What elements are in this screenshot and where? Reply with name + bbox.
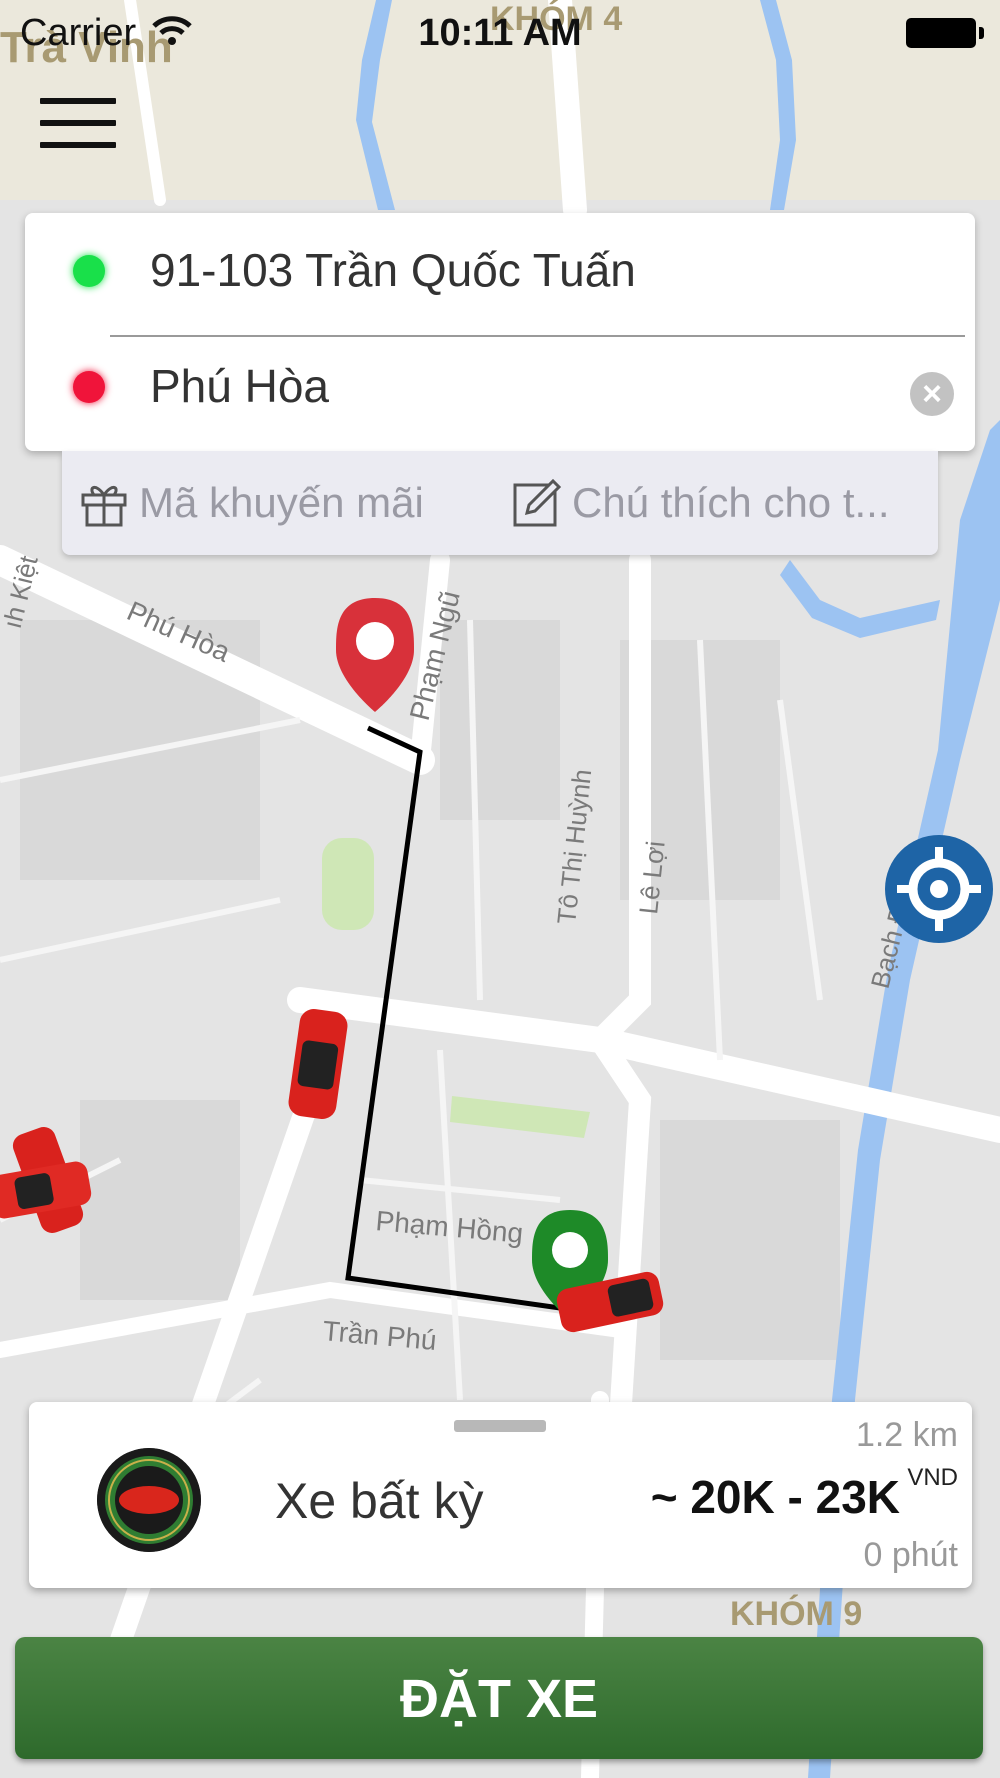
map-label-khom-9: KHÓM 9 (730, 1595, 862, 1633)
drag-handle[interactable] (454, 1420, 546, 1432)
clock-label: 10:11 AM (418, 12, 582, 54)
currency-label: VND (907, 1464, 958, 1491)
promo-code-placeholder: Mã khuyến mãi (139, 479, 424, 526)
menu-icon[interactable] (40, 98, 116, 154)
battery-icon (906, 18, 984, 48)
vehicle-type: Xe bất kỳ (275, 1473, 484, 1529)
pickup-dot-icon (73, 255, 105, 287)
book-button[interactable]: ĐẶT XE (15, 1637, 983, 1759)
my-location-button[interactable] (885, 835, 993, 943)
clear-icon[interactable]: × (910, 372, 954, 416)
company-logo (97, 1448, 201, 1552)
status-bar: Carrier 10:11 AM (0, 0, 1000, 70)
note-field[interactable]: Chú thích cho t... (507, 451, 927, 555)
duration-label: 0 phút (863, 1536, 958, 1574)
destination-dot-icon (73, 371, 105, 403)
destination-field[interactable]: Phú Hòa (25, 329, 975, 444)
edit-icon (513, 478, 562, 527)
pickup-address: 91-103 Trần Quốc Tuấn (150, 244, 636, 296)
pickup-field[interactable]: 91-103 Trần Quốc Tuấn (25, 213, 975, 328)
route-card: 91-103 Trần Quốc Tuấn Phú Hòa × (25, 213, 975, 451)
trip-options-bar: Mã khuyến mãi Chú thích cho t... (62, 451, 938, 555)
note-placeholder: Chú thích cho t... (572, 479, 890, 526)
gift-icon (81, 486, 127, 527)
promo-code-field[interactable]: Mã khuyến mãi (74, 451, 474, 555)
trip-summary-card[interactable]: Xe bất kỳ 1.2 km ~ 20K - 23K VND 0 phút (29, 1402, 972, 1588)
distance-label: 1.2 km (855, 1416, 958, 1454)
price-estimate: ~ 20K - 23K (650, 1471, 900, 1523)
destination-address: Phú Hòa (150, 360, 330, 412)
crosshair-icon (897, 847, 981, 931)
